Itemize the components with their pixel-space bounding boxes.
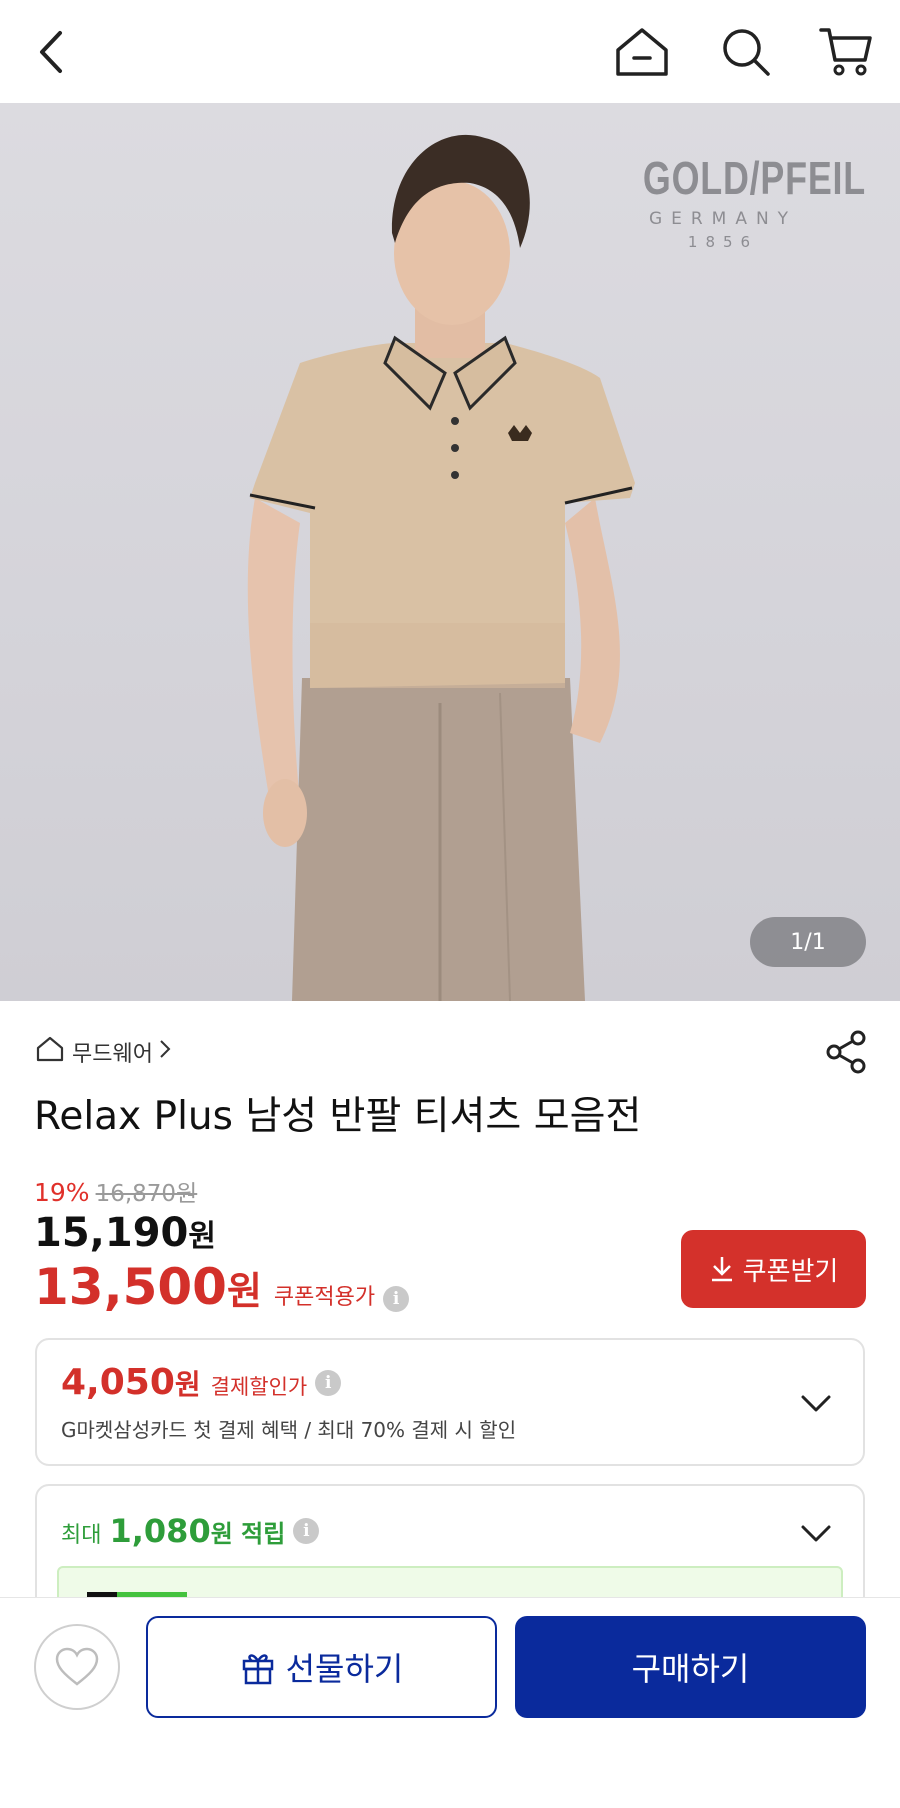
info-icon[interactable]: i [315, 1369, 342, 1396]
brand-logo-name: GOLD/PFEIL [642, 152, 866, 204]
brand-logo-country: GERMANY [648, 209, 798, 229]
original-price: 16,870원 [95, 1181, 198, 1207]
buy-button-label: 구매하기 [631, 1650, 750, 1688]
image-counter: 1/1 [750, 917, 866, 967]
top-navigation-bar [0, 0, 900, 103]
payment-discount-card[interactable]: 4,050 원 결제할인가 i G마켓삼성카드 첫 결제 혜택 / 최대 70% … [35, 1338, 865, 1466]
payment-discount-value: 4,050 [61, 1362, 175, 1403]
back-arrow-icon[interactable] [22, 22, 82, 82]
wishlist-button[interactable] [34, 1624, 120, 1710]
get-coupon-label: 쿠폰받기 [742, 1256, 839, 1287]
sale-price-unit: 원 [188, 1219, 216, 1254]
heart-icon [55, 1647, 99, 1686]
chevron-right-icon [159, 1039, 171, 1065]
payment-discount-unit: 원 [174, 1368, 201, 1401]
bottom-action-bar: 선물하기 구매하기 [0, 1597, 900, 1808]
buy-button[interactable]: 구매하기 [515, 1616, 866, 1718]
points-value: 1,080 [109, 1512, 211, 1550]
payment-discount-amount: 4,050 원 결제할인가 i [61, 1362, 342, 1403]
get-coupon-button[interactable]: 쿠폰받기 [681, 1230, 866, 1308]
info-icon[interactable]: i [293, 1518, 320, 1544]
coupon-price: 13,500 원 쿠폰적용가 i [34, 1258, 410, 1316]
share-icon[interactable] [824, 1030, 868, 1074]
chevron-down-icon[interactable] [799, 1386, 833, 1420]
info-icon[interactable]: i [383, 1286, 410, 1312]
coupon-price-value: 13,500 [34, 1258, 227, 1316]
sale-price: 15,190원 [34, 1210, 216, 1256]
product-image[interactable]: GOLD/PFEIL GERMANY 1856 1/1 [0, 103, 900, 1001]
gift-button-label: 선물하기 [285, 1650, 404, 1688]
breadcrumb-store-name[interactable]: 무드웨어 [72, 1036, 153, 1068]
product-title: Relax Plus 남성 반팔 티셔츠 모음전 [34, 1094, 642, 1139]
download-icon [711, 1257, 732, 1282]
coupon-price-label: 쿠폰적용가 [273, 1285, 376, 1310]
search-icon[interactable] [716, 22, 776, 82]
points-prefix: 최대 [61, 1523, 102, 1548]
points-unit: 원 적립 [210, 1520, 286, 1548]
home-icon[interactable] [612, 22, 672, 82]
coupon-price-unit: 원 [226, 1269, 262, 1313]
payment-discount-description: G마켓삼성카드 첫 결제 혜택 / 최대 70% 결제 시 할인 [61, 1418, 517, 1442]
sale-price-value: 15,190 [34, 1210, 189, 1256]
cart-icon[interactable] [816, 22, 876, 82]
discount-row: 19% 16,870원 [34, 1174, 197, 1208]
gift-button[interactable]: 선물하기 [146, 1616, 497, 1718]
points-amount: 최대 1,080 원 적립 i [61, 1512, 320, 1550]
chevron-down-icon[interactable] [799, 1516, 833, 1550]
payment-discount-label: 결제할인가 [210, 1375, 308, 1399]
breadcrumb[interactable]: 무드웨어 [36, 1036, 171, 1068]
discount-rate: 19% [34, 1178, 90, 1207]
brand-logo: GOLD/PFEIL GERMANY 1856 [580, 151, 866, 251]
store-home-icon [36, 1036, 64, 1068]
brand-logo-year: 1856 [687, 233, 759, 251]
gift-icon [242, 1654, 273, 1685]
